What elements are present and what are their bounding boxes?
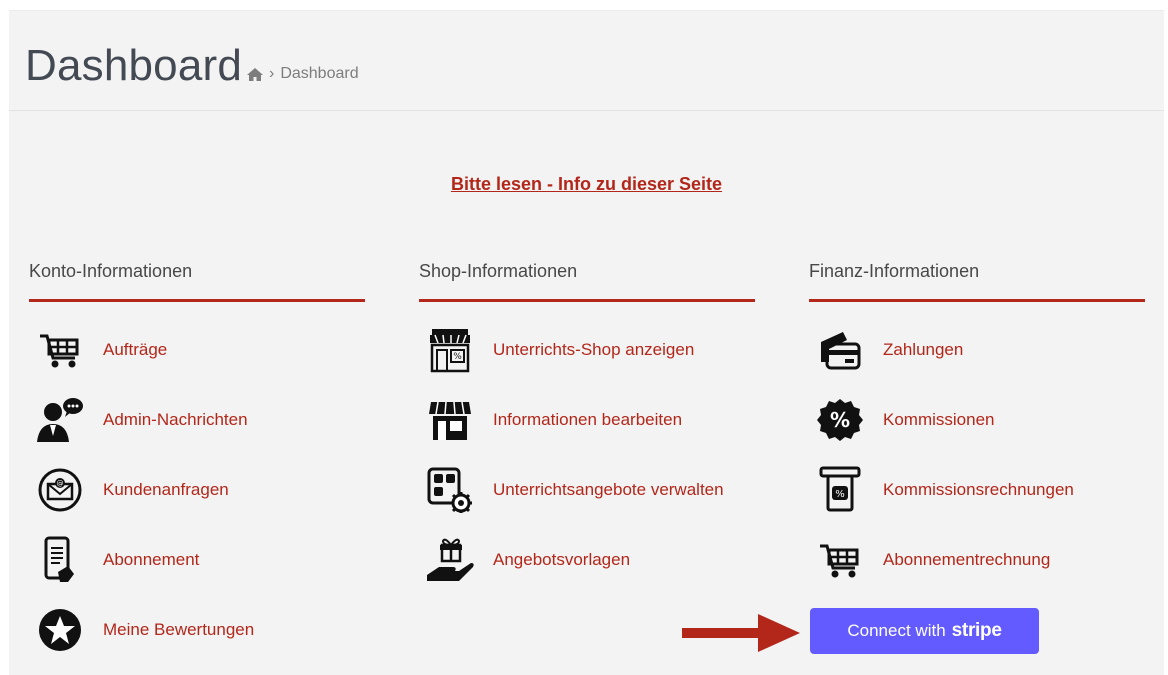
menu-item-admin-nachrichten[interactable]: Admin-Nachrichten (29, 395, 365, 445)
page-header: Dashboard › Dashboard (9, 11, 1164, 111)
page-title: Dashboard (25, 41, 243, 90)
shopping-cart-icon (814, 535, 866, 585)
admin-message-icon (34, 395, 86, 445)
column-heading: Konto-Informationen (29, 261, 193, 281)
stripe-button-prefix: Connect with (847, 621, 946, 640)
info-link[interactable]: Bitte lesen - Info zu dieser Seite (9, 174, 1164, 195)
menu-item-angebotsvorlagen[interactable]: Angebotsvorlagen (419, 535, 755, 585)
column-heading: Shop-Informationen (419, 261, 578, 281)
dashboard-panel: Dashboard › Dashboard Bitte lesen - Info… (9, 10, 1164, 675)
menu-item-shop-anzeigen[interactable]: % Unterrichts-Shop anzeigen (419, 325, 755, 375)
menu-item-label: Meine Bewertungen (103, 620, 255, 639)
menu-item-label: Kommissionen (883, 410, 995, 429)
arrow-right-icon (682, 614, 800, 652)
connect-with-stripe-button[interactable]: Connect with stripe (810, 608, 1039, 654)
home-icon[interactable] (247, 67, 263, 81)
menu-item-kundenanfragen[interactable]: @ Kundenanfragen (29, 465, 365, 515)
svg-text:%: % (835, 489, 845, 500)
menu-item-label: Unterrichtsangebote verwalten (493, 480, 724, 499)
menu-item-angebote-verwalten[interactable]: Unterrichtsangebote verwalten (419, 465, 755, 515)
storefront-icon: % (424, 325, 476, 375)
column-shop: Shop-Informationen % Unterrichts-Shop an… (419, 261, 755, 581)
menu-item-label: Kundenanfragen (103, 480, 229, 499)
menu-item-label: Aufträge (103, 340, 168, 359)
star-badge-icon (34, 605, 86, 655)
stripe-logo: stripe (951, 620, 1002, 641)
grid-gear-icon (424, 465, 476, 515)
divider (419, 299, 755, 302)
menu-item-auftraege[interactable]: Aufträge (29, 325, 365, 375)
menu-item-bewertungen[interactable]: Meine Bewertungen (29, 605, 365, 655)
menu-item-informationen-bearbeiten[interactable]: Informationen bearbeiten (419, 395, 755, 445)
gift-hand-icon (424, 535, 476, 585)
svg-text:@: @ (57, 480, 64, 488)
credit-card-icon (814, 325, 866, 375)
phone-document-icon (34, 535, 86, 585)
menu-item-label: Abonnement (103, 550, 200, 569)
percent-badge-icon: % (814, 395, 866, 445)
column-konto: Konto-Informationen Aufträge Admin-Nachr… (29, 261, 365, 651)
store-edit-icon (424, 395, 476, 445)
menu-item-zahlungen[interactable]: Zahlungen (809, 325, 1145, 375)
menu-item-label: Informationen bearbeiten (493, 410, 683, 429)
svg-text:%: % (830, 408, 850, 432)
divider (809, 299, 1145, 302)
menu-item-label: Admin-Nachrichten (103, 410, 248, 429)
mail-at-icon: @ (34, 465, 86, 515)
receipt-percent-icon: % (814, 465, 866, 515)
menu-item-kommissionsrechnungen[interactable]: % Kommissionsrechnungen (809, 465, 1145, 515)
breadcrumb-current: Dashboard (280, 65, 359, 82)
menu-item-label: Abonnementrechnung (883, 550, 1051, 569)
breadcrumb-separator: › (269, 65, 275, 82)
divider (29, 299, 365, 302)
svg-text:%: % (453, 352, 462, 362)
menu-item-label: Angebotsvorlagen (493, 550, 631, 569)
column-heading: Finanz-Informationen (809, 261, 980, 281)
menu-item-kommissionen[interactable]: % Kommissionen (809, 395, 1145, 445)
column-finanz: Finanz-Informationen Zahlungen % Kommiss… (809, 261, 1145, 578)
breadcrumb: › Dashboard (247, 65, 359, 83)
menu-item-abonnementrechnung[interactable]: Abonnementrechnung (809, 535, 1145, 585)
menu-item-label: Unterrichts-Shop anzeigen (493, 340, 695, 359)
shopping-cart-icon (34, 325, 86, 375)
menu-item-label: Kommissionsrechnungen (883, 480, 1074, 499)
menu-item-abonnement[interactable]: Abonnement (29, 535, 365, 585)
menu-item-label: Zahlungen (883, 340, 964, 359)
